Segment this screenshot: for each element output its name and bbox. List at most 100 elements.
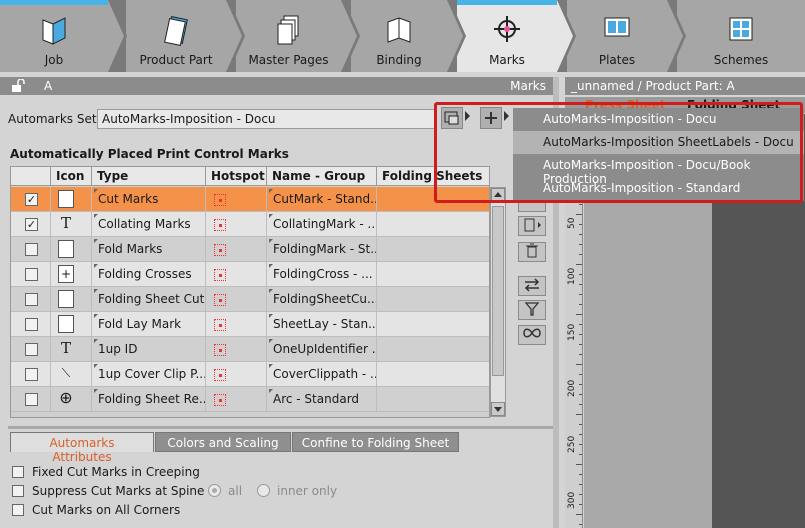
column-icon[interactable]: Icon xyxy=(51,167,92,186)
crosshair-icon xyxy=(494,16,520,42)
row-checkbox[interactable] xyxy=(25,393,38,406)
workflow-label: Plates xyxy=(598,53,636,67)
option-cut-marks-all-corners[interactable]: Cut Marks on All Corners xyxy=(12,503,180,517)
mark-type-icon: T xyxy=(60,214,71,232)
workflow-label: Product Part xyxy=(139,53,213,67)
mark-type-icon: ⊕ xyxy=(59,388,73,407)
option-label: Cut Marks on All Corners xyxy=(32,503,181,517)
link-button[interactable] xyxy=(518,325,546,345)
row-checkbox[interactable] xyxy=(25,293,38,306)
mark-type: Fold Marks xyxy=(92,237,206,262)
book-icon xyxy=(42,17,66,45)
scroll-thumb[interactable] xyxy=(492,206,504,376)
workflow-step-product-part[interactable]: Product Part xyxy=(126,0,245,72)
ruler-label: 200 xyxy=(567,379,577,397)
column-name-group[interactable]: Name - Group xyxy=(267,167,377,186)
checkbox[interactable] xyxy=(12,466,24,478)
trash-icon xyxy=(526,243,538,258)
workflow-step-plates[interactable]: Plates xyxy=(567,0,686,72)
mark-type: Fold Lay Mark xyxy=(92,312,206,337)
tab-automarks-attributes[interactable]: Automarks Attributes xyxy=(10,432,154,464)
mark-type: 1up Cover Clip P... xyxy=(92,362,206,387)
table-row[interactable]: Fold Lay Mark SheetLay - Stan... xyxy=(11,312,489,337)
unlock-icon[interactable] xyxy=(11,79,25,93)
table-row[interactable]: ✓ Cut Marks CutMark - Stand... xyxy=(11,187,489,212)
mark-type: 1up ID xyxy=(92,337,206,362)
tab-colors-and-scaling[interactable]: Colors and Scaling xyxy=(155,432,291,452)
option-fixed-cut-marks[interactable]: Fixed Cut Marks in Creeping xyxy=(12,465,200,479)
workflow-label: Job xyxy=(44,53,64,67)
workflow-label: Master Pages xyxy=(248,53,329,67)
row-checkbox[interactable] xyxy=(25,243,38,256)
tabs-divider xyxy=(8,426,553,429)
document-icon xyxy=(164,16,188,46)
row-checkbox[interactable] xyxy=(25,268,38,281)
workflow-step-job[interactable]: Job xyxy=(0,0,127,72)
mark-folding-sheets xyxy=(377,362,489,387)
mark-type-icon xyxy=(58,190,74,208)
mark-name-group: CollatingMark - ... xyxy=(267,212,377,237)
mark-name-group: OneUpIdentifier ... xyxy=(267,337,377,362)
table-row[interactable]: + Folding Crosses FoldingCross - ... xyxy=(11,262,489,287)
mark-type-icon xyxy=(58,315,74,333)
panel-title: Marks xyxy=(510,79,546,93)
mark-folding-sheets xyxy=(377,337,489,362)
tab-confine-to-folding-sheet[interactable]: Confine to Folding Sheet xyxy=(292,432,459,452)
table-row[interactable]: ✓ T Collating Marks CollatingMark - ... xyxy=(11,212,489,237)
radio-inner-only-label: inner only xyxy=(277,484,338,498)
layout-mark-button[interactable] xyxy=(518,216,546,236)
filter-icon xyxy=(524,302,540,316)
workflow-step-marks[interactable]: Marks xyxy=(457,0,576,72)
mark-type: Cut Marks xyxy=(92,187,206,212)
part-name: A xyxy=(44,79,53,93)
column-type[interactable]: Type xyxy=(92,167,206,186)
plates-icon xyxy=(604,17,630,37)
row-checkbox[interactable] xyxy=(25,318,38,331)
radio-all[interactable] xyxy=(208,484,221,497)
swap-icon xyxy=(524,278,540,292)
row-checkbox[interactable] xyxy=(25,368,38,381)
mark-folding-sheets xyxy=(377,237,489,262)
table-row[interactable]: Fold Marks FoldingMark - St... xyxy=(11,237,489,262)
checkbox[interactable] xyxy=(12,504,24,516)
scroll-down-button[interactable] xyxy=(491,402,505,416)
automarks-set-field[interactable]: AutoMarks-Imposition - Docu xyxy=(97,109,437,129)
filter-button[interactable] xyxy=(518,300,546,320)
infinity-icon xyxy=(523,328,541,338)
mark-name-group: SheetLay - Stan... xyxy=(267,312,377,337)
mark-folding-sheets xyxy=(377,212,489,237)
hotspot-icon xyxy=(214,219,226,231)
workflow-step-schemes[interactable]: Schemes xyxy=(677,0,805,72)
row-checkbox[interactable]: ✓ xyxy=(25,218,38,231)
mark-folding-sheets xyxy=(377,287,489,312)
swap-button[interactable] xyxy=(518,276,546,296)
hotspot-icon xyxy=(214,394,226,406)
schemes-icon xyxy=(729,17,753,41)
ruler-label: 100 xyxy=(567,267,577,285)
hotspot-icon xyxy=(214,244,226,256)
mark-folding-sheets xyxy=(377,262,489,287)
table-row[interactable]: Folding Sheet Cut FoldingSheetCu... xyxy=(11,287,489,312)
table-row[interactable]: ⊕ Folding Sheet Re... Arc - Standard xyxy=(11,387,489,412)
workflow-step-master-pages[interactable]: Master Pages xyxy=(236,0,360,72)
row-checkbox[interactable] xyxy=(25,343,38,356)
table-row[interactable]: ⟍ 1up Cover Clip P... CoverClippath - ... xyxy=(11,362,489,387)
column-hotspot[interactable]: Hotspot xyxy=(206,167,267,186)
mark-name-group: FoldingCross - ... xyxy=(267,262,377,287)
hotspot-icon xyxy=(214,269,226,281)
row-checkbox[interactable]: ✓ xyxy=(25,193,38,206)
hotspot-icon xyxy=(214,294,226,306)
table-row[interactable]: T 1up ID OneUpIdentifier ... xyxy=(11,337,489,362)
ruler-label: 250 xyxy=(567,435,577,453)
workflow-label: Schemes xyxy=(713,53,769,67)
triangle-down-icon xyxy=(494,407,502,412)
table-scrollbar[interactable] xyxy=(490,187,506,417)
radio-inner-only[interactable] xyxy=(257,484,270,497)
option-suppress-cut-marks[interactable]: Suppress Cut Marks at Spine xyxy=(12,484,204,498)
delete-mark-button[interactable] xyxy=(518,242,546,262)
workflow-label: Binding xyxy=(376,53,422,67)
hotspot-icon xyxy=(214,344,226,356)
workflow-step-binding[interactable]: Binding xyxy=(351,0,466,72)
hotspot-icon xyxy=(214,369,226,381)
checkbox[interactable] xyxy=(12,485,24,497)
